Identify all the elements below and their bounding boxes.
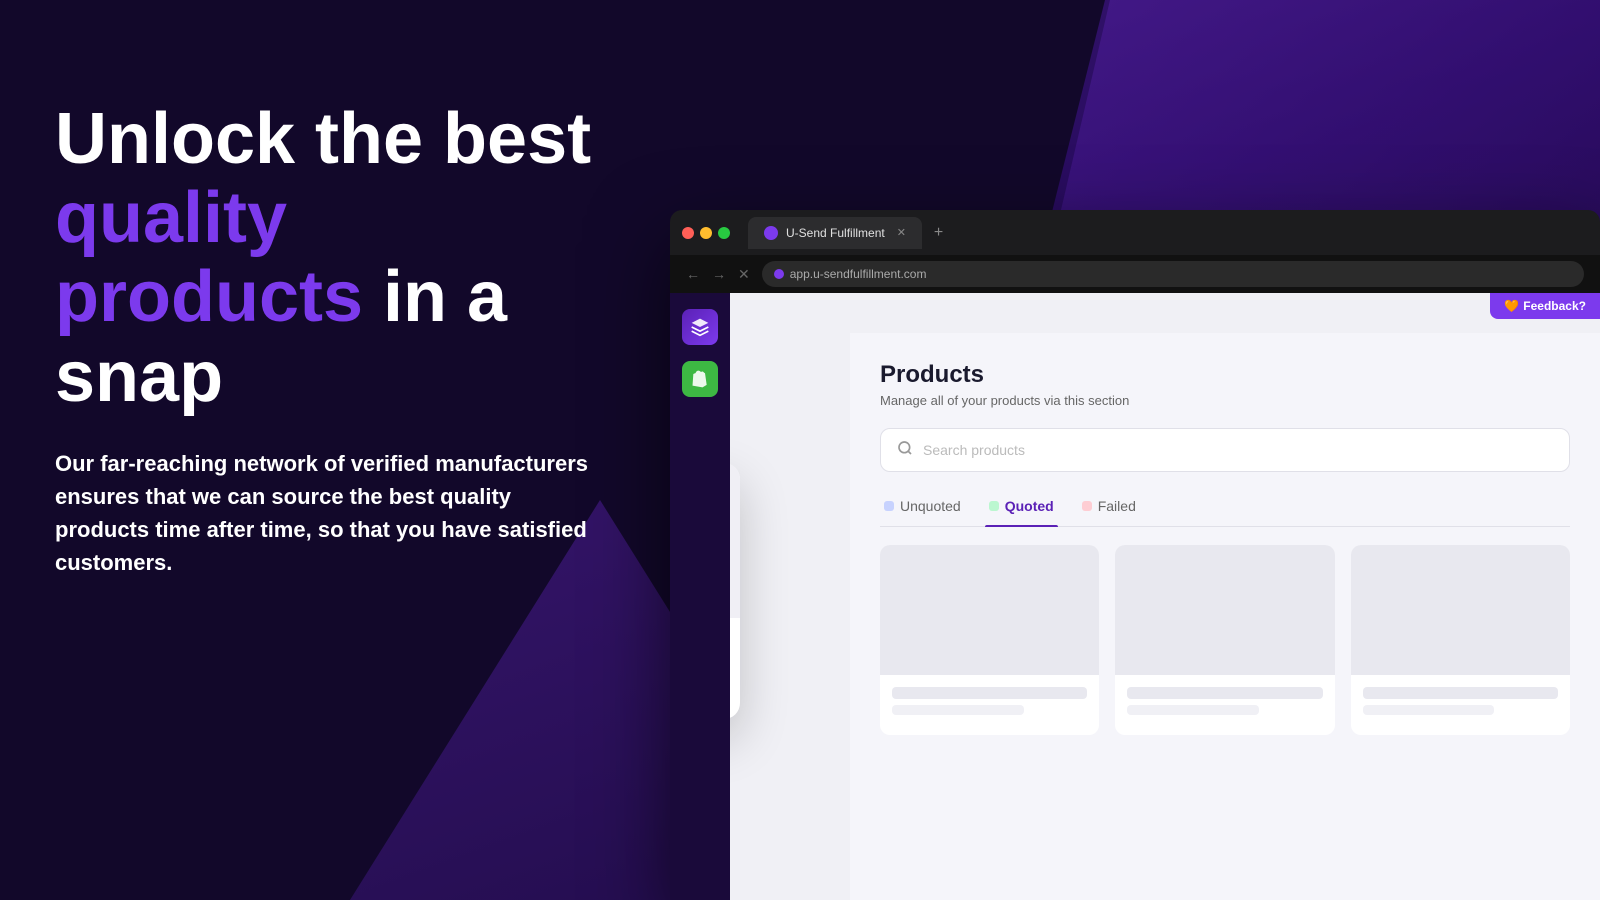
hero-subtitle: Our far-reaching network of verified man… xyxy=(55,447,595,579)
browser-tab[interactable]: U-Send Fulfillment ✕ xyxy=(748,217,922,249)
tab-unquoted[interactable]: Unquoted xyxy=(880,490,965,526)
browser-traffic-lights xyxy=(682,227,730,239)
hero-title: Unlock the best qualityproducts in a sna… xyxy=(55,100,635,417)
tab-failed-label: Failed xyxy=(1098,498,1136,514)
cube-icon xyxy=(690,317,710,337)
product-card-image: NEW xyxy=(730,463,740,618)
product-skeleton-2 xyxy=(1115,545,1334,735)
new-tab-button[interactable]: + xyxy=(934,224,943,242)
minimize-button-dot[interactable] xyxy=(700,227,712,239)
close-button-dot[interactable] xyxy=(682,227,694,239)
main-content: 🧡 Feedback? Products Manage all of your … xyxy=(730,293,1600,900)
skeleton-line-3b xyxy=(1363,705,1495,715)
skeleton-line-2b xyxy=(1127,705,1259,715)
skeleton-line-3a xyxy=(1363,687,1558,699)
skeleton-line-2a xyxy=(1127,687,1322,699)
skeleton-image-2 xyxy=(1115,545,1334,675)
unquoted-dot xyxy=(884,501,894,511)
failed-dot xyxy=(1082,501,1092,511)
skeleton-line-1a xyxy=(892,687,1087,699)
address-text: app.u-sendfulfillment.com xyxy=(790,267,927,281)
tab-favicon xyxy=(764,226,778,240)
tab-quoted[interactable]: Quoted xyxy=(985,490,1058,526)
tab-unquoted-label: Unquoted xyxy=(900,498,961,514)
hero-title-text1: Unlock the best xyxy=(55,99,591,179)
product-card-body: MyPods Wireless Store Price: €49,95 Quot… xyxy=(730,618,740,719)
browser-window: U-Send Fulfillment ✕ + ← → ✕ app.u-sendf… xyxy=(670,210,1600,900)
browser-address-bar: ← → ✕ app.u-sendfulfillment.com xyxy=(670,255,1600,293)
hero-section: Unlock the best qualityproducts in a sna… xyxy=(55,100,635,579)
search-bar[interactable]: Search products xyxy=(880,428,1570,472)
hero-title-accent2: products xyxy=(55,257,363,337)
product-card-floating: NEW MyPod xyxy=(730,463,740,719)
skeleton-image-1 xyxy=(880,545,1099,675)
product-grid xyxy=(880,545,1570,735)
hero-title-accent1: quality xyxy=(55,178,287,258)
sidebar xyxy=(670,293,730,900)
feedback-label: Feedback? xyxy=(1523,299,1586,313)
app-content: 🧡 Feedback? Products Manage all of your … xyxy=(670,293,1600,900)
tab-close-icon[interactable]: ✕ xyxy=(897,226,906,239)
forward-button[interactable]: → xyxy=(712,266,726,282)
products-description: Manage all of your products via this sec… xyxy=(880,393,1570,408)
address-bar[interactable]: app.u-sendfulfillment.com xyxy=(762,261,1584,287)
close-nav-button[interactable]: ✕ xyxy=(738,266,750,283)
shopify-icon xyxy=(690,369,710,389)
products-heading: Products xyxy=(880,361,1570,389)
product-skeleton-1 xyxy=(880,545,1099,735)
skeleton-image-3 xyxy=(1351,545,1570,675)
maximize-button-dot[interactable] xyxy=(718,227,730,239)
heart-icon: 🧡 xyxy=(1504,299,1519,313)
product-skeleton-3 xyxy=(1351,545,1570,735)
sidebar-item-main[interactable] xyxy=(682,309,718,345)
secure-icon xyxy=(774,269,784,279)
browser-chrome: U-Send Fulfillment ✕ + xyxy=(670,210,1600,255)
product-tabs: Unquoted Quoted Failed xyxy=(880,490,1570,527)
products-panel: Products Manage all of your products via… xyxy=(850,333,1600,900)
browser-tab-title: U-Send Fulfillment xyxy=(786,226,885,240)
search-icon xyxy=(897,440,913,461)
sidebar-item-shopify[interactable] xyxy=(682,361,718,397)
skeleton-line-1b xyxy=(892,705,1024,715)
search-input[interactable]: Search products xyxy=(923,442,1025,458)
tab-failed[interactable]: Failed xyxy=(1078,490,1140,526)
tab-quoted-label: Quoted xyxy=(1005,498,1054,514)
quoted-dot xyxy=(989,501,999,511)
feedback-button[interactable]: 🧡 Feedback? xyxy=(1490,293,1600,319)
back-button[interactable]: ← xyxy=(686,266,700,282)
